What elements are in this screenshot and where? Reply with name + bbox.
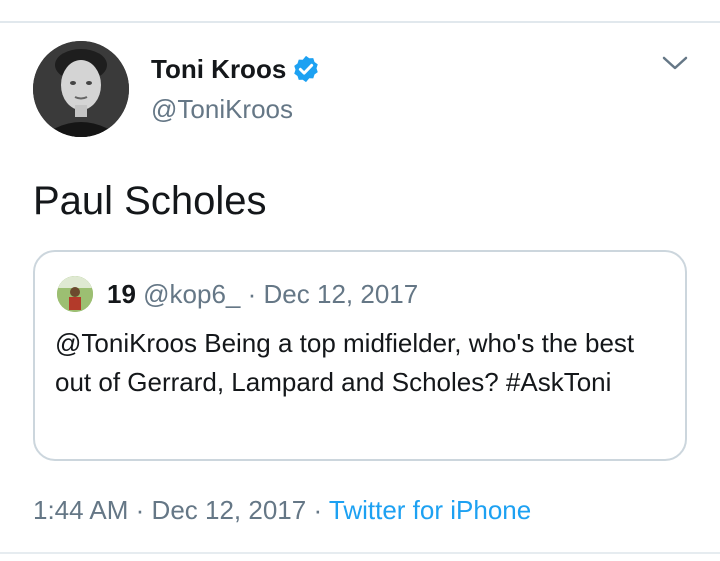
author-name[interactable]: Toni Kroos <box>151 54 321 84</box>
quoted-tweet-header: 19 @kop6_ · Dec 12, 2017 <box>107 278 418 310</box>
tweet-date[interactable]: Dec 12, 2017 <box>152 495 307 525</box>
author-handle[interactable]: @ToniKroos <box>151 94 293 124</box>
quoted-author-handle: @kop6_ <box>143 279 241 309</box>
author-name-text[interactable]: Toni Kroos <box>151 54 286 84</box>
tweet-meta: 1:44 AM · Dec 12, 2017 · Twitter for iPh… <box>33 494 531 526</box>
meta-separator: · <box>313 495 323 525</box>
verified-badge-icon <box>294 55 319 83</box>
tweet-text: Paul Scholes <box>33 179 267 223</box>
quoted-tweet-card[interactable]: 19 @kop6_ · Dec 12, 2017 @ToniKroos Bein… <box>33 250 687 461</box>
tweet-source-link[interactable]: Twitter for iPhone <box>329 495 531 525</box>
quoted-author-name: 19 <box>107 279 136 309</box>
meta-separator: · <box>135 495 145 525</box>
tweet-time[interactable]: 1:44 AM <box>33 495 128 525</box>
tweet-screenshot: Toni Kroos @ToniKroos Paul Scholes 19 @k… <box>0 0 720 561</box>
top-divider <box>0 21 720 23</box>
quoted-separator: · <box>247 279 257 309</box>
author-avatar[interactable] <box>33 41 129 137</box>
chevron-down-icon[interactable] <box>660 52 690 74</box>
bottom-divider <box>0 552 720 554</box>
quoted-tweet-text: @ToniKroos Being a top midfielder, who's… <box>55 328 635 397</box>
quoted-author-avatar <box>57 276 93 312</box>
quoted-tweet-date: Dec 12, 2017 <box>263 279 419 309</box>
